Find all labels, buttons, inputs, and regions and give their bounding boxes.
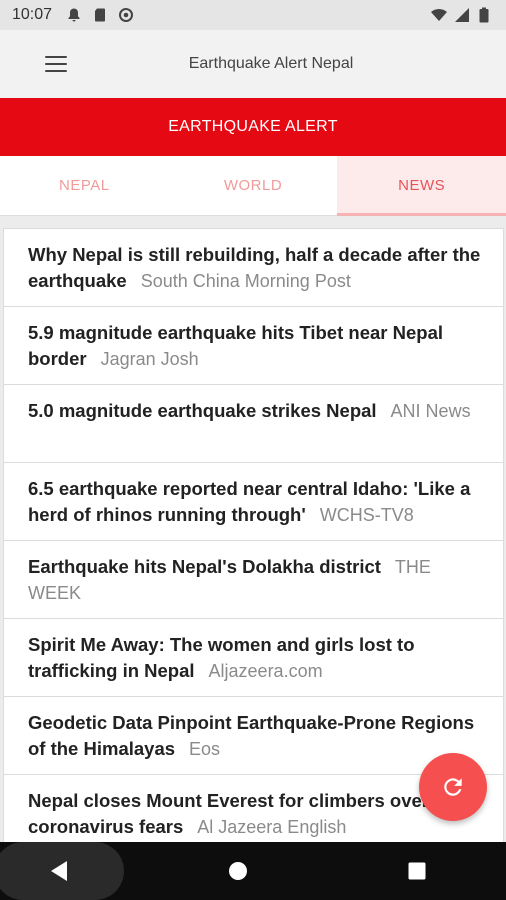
news-headline: 5.9 magnitude earthquake hits Tibet near… bbox=[28, 322, 443, 369]
news-source: Jagran Josh bbox=[100, 349, 199, 369]
back-icon bbox=[51, 861, 68, 881]
back-button[interactable] bbox=[0, 842, 125, 900]
news-item[interactable]: 6.5 earthquake reported near central Ida… bbox=[3, 462, 504, 540]
news-source: Eos bbox=[189, 739, 221, 759]
news-source: ANI News bbox=[390, 401, 471, 421]
tab-world[interactable]: WORLD bbox=[169, 156, 338, 215]
tab-bar: NEPAL WORLD NEWS bbox=[0, 156, 506, 216]
news-headline: Earthquake hits Nepal's Dolakha district bbox=[28, 556, 381, 577]
home-icon bbox=[228, 862, 247, 880]
home-button[interactable] bbox=[173, 842, 303, 900]
news-headline: Geodetic Data Pinpoint Earthquake-Prone … bbox=[28, 712, 475, 759]
signal-icon bbox=[454, 7, 470, 23]
news-list[interactable]: Why Nepal is still rebuilding, half a de… bbox=[3, 228, 504, 842]
news-source: South China Morning Post bbox=[140, 271, 351, 291]
battery-icon bbox=[478, 7, 494, 23]
news-headline: 5.0 magnitude earthquake strikes Nepal bbox=[28, 400, 377, 421]
news-item[interactable]: 5.9 magnitude earthquake hits Tibet near… bbox=[3, 306, 504, 384]
menu-button[interactable] bbox=[30, 38, 82, 90]
earthquake-alert-banner[interactable]: EARTHQUAKE ALERT bbox=[0, 98, 506, 156]
tab-nepal[interactable]: NEPAL bbox=[0, 156, 169, 215]
news-source: Al Jazeera English bbox=[197, 817, 347, 837]
news-item[interactable]: 5.0 magnitude earthquake strikes Nepal AN… bbox=[3, 384, 504, 462]
at-sign-icon bbox=[118, 7, 134, 23]
news-item[interactable]: Spirit Me Away: The women and girls lost… bbox=[3, 618, 504, 696]
news-item[interactable]: Why Nepal is still rebuilding, half a de… bbox=[3, 228, 504, 306]
status-bar: 10:07 bbox=[0, 0, 506, 30]
news-source: WCHS-TV8 bbox=[319, 505, 414, 525]
hamburger-menu-icon bbox=[45, 56, 67, 72]
refresh-icon bbox=[444, 778, 462, 796]
tab-news[interactable]: NEWS bbox=[337, 156, 506, 216]
status-time: 10:07 bbox=[12, 6, 53, 23]
refresh-button[interactable] bbox=[419, 753, 487, 821]
news-item[interactable]: Earthquake hits Nepal's Dolakha district… bbox=[3, 540, 504, 618]
news-source: Aljazeera.com bbox=[208, 661, 323, 681]
recents-icon bbox=[408, 862, 426, 880]
recents-button[interactable] bbox=[352, 842, 482, 900]
notification-bell-icon bbox=[66, 7, 82, 23]
system-nav-bar bbox=[0, 842, 506, 900]
sd-card-icon bbox=[92, 7, 108, 23]
app-bar: Earthquake Alert Nepal bbox=[0, 30, 506, 98]
wifi-icon bbox=[430, 7, 447, 23]
